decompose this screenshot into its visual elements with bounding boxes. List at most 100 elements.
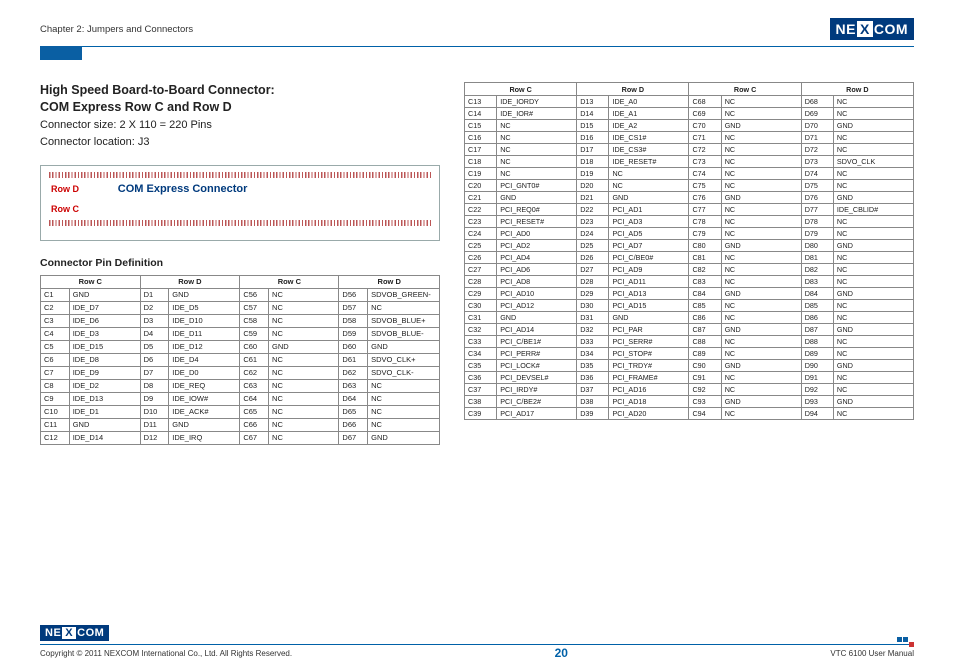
table-row: C28PCI_AD8D28PCI_AD11C83NCD83NC — [465, 276, 914, 288]
manual-name: VTC 6100 User Manual — [830, 649, 914, 658]
pin-cell: D72 — [801, 144, 833, 156]
pin-cell: C94 — [689, 408, 721, 420]
pin-cell: D65 — [339, 405, 368, 418]
signal-cell: NC — [721, 252, 801, 264]
signal-cell: NC — [368, 392, 440, 405]
footer-line: Copyright © 2011 NEXCOM International Co… — [40, 644, 914, 660]
pin-cell: D39 — [577, 408, 609, 420]
signal-cell: IDE_IOW# — [169, 392, 240, 405]
pin-cell: C21 — [465, 192, 497, 204]
signal-cell: NC — [833, 228, 913, 240]
pin-cell: D83 — [801, 276, 833, 288]
pin-cell: D76 — [801, 192, 833, 204]
table-row: C3IDE_D6D3IDE_D10C58NCD58SDVOB_BLUE+ — [41, 314, 440, 327]
pin-cell: C23 — [465, 216, 497, 228]
pin-cell: D20 — [577, 180, 609, 192]
signal-cell: IDE_D2 — [69, 379, 140, 392]
pin-cell: D1 — [140, 288, 169, 301]
pin-cell: C9 — [41, 392, 70, 405]
page-number: 20 — [555, 646, 568, 660]
footer-corner-icon — [897, 637, 914, 642]
pin-cell: C91 — [689, 372, 721, 384]
table-row: C5IDE_D15D5IDE_D12C60GNDD60GND — [41, 340, 440, 353]
pin-cell: C64 — [240, 392, 269, 405]
pin-cell: C84 — [689, 288, 721, 300]
signal-cell: IDE_D0 — [169, 366, 240, 379]
signal-cell: GND — [368, 340, 440, 353]
signal-cell: PCI_STOP# — [609, 348, 689, 360]
pin-cell: D8 — [140, 379, 169, 392]
pin-cell: D62 — [339, 366, 368, 379]
table-row: C25PCI_AD2D25PCI_AD7C80GNDD80GND — [465, 240, 914, 252]
pin-cell: D81 — [801, 252, 833, 264]
table-row: C23PCI_RESET#D23PCI_AD3C78NCD78NC — [465, 216, 914, 228]
pin-cell: D82 — [801, 264, 833, 276]
signal-cell: NC — [833, 144, 913, 156]
pin-cell: C59 — [240, 327, 269, 340]
pin-cell: D29 — [577, 288, 609, 300]
signal-cell: GND — [169, 288, 240, 301]
signal-cell: SDVO_CLK — [833, 156, 913, 168]
signal-cell: GND — [69, 418, 140, 431]
table-row: C12IDE_D14D12IDE_IRQC67NCD67GND — [41, 431, 440, 444]
signal-cell: SDVOB_BLUE+ — [368, 314, 440, 327]
table-row: C11GNDD11GNDC66NCD66NC — [41, 418, 440, 431]
table-row: C39PCI_AD17D39PCI_AD20C94NCD94NC — [465, 408, 914, 420]
signal-cell: GND — [833, 360, 913, 372]
blue-section-tab — [40, 46, 82, 60]
pin-cell: C83 — [689, 276, 721, 288]
signal-cell: PCI_AD1 — [609, 204, 689, 216]
signal-cell: GND — [721, 324, 801, 336]
signal-cell: IDE_D1 — [69, 405, 140, 418]
pin-cell: D30 — [577, 300, 609, 312]
signal-cell: IDE_D15 — [69, 340, 140, 353]
pin-cell: C68 — [689, 96, 721, 108]
signal-cell: PCI_PERR# — [497, 348, 577, 360]
pin-cell: C33 — [465, 336, 497, 348]
signal-cell: PCI_AD16 — [609, 384, 689, 396]
signal-cell: GND — [609, 312, 689, 324]
th-rowd: Row D — [801, 83, 913, 96]
signal-cell: NC — [269, 301, 339, 314]
signal-cell: NC — [497, 144, 577, 156]
signal-cell: NC — [721, 132, 801, 144]
signal-cell: GND — [833, 240, 913, 252]
pin-cell: C22 — [465, 204, 497, 216]
connector-diagram: Row D COM Express Connector Row C — [40, 165, 440, 241]
signal-cell: IDE_D3 — [69, 327, 140, 340]
signal-cell: PCI_FRAME# — [609, 372, 689, 384]
pin-cell: D73 — [801, 156, 833, 168]
signal-cell: PCI_AD8 — [497, 276, 577, 288]
signal-cell: IDE_REQ — [169, 379, 240, 392]
pin-cell: D17 — [577, 144, 609, 156]
pin-cell: D19 — [577, 168, 609, 180]
signal-cell: GND — [833, 396, 913, 408]
table-row: C33PCI_C/BE1#D33PCI_SERR#C88NCD88NC — [465, 336, 914, 348]
pin-cell: C77 — [689, 204, 721, 216]
pin-cell: D69 — [801, 108, 833, 120]
signal-cell: NC — [721, 372, 801, 384]
signal-cell: NC — [497, 168, 577, 180]
pin-cell: C75 — [689, 180, 721, 192]
pin-cell: D11 — [140, 418, 169, 431]
signal-cell: NC — [833, 252, 913, 264]
pin-cell: C26 — [465, 252, 497, 264]
table-row: C7IDE_D9D7IDE_D0C62NCD62SDVO_CLK- — [41, 366, 440, 379]
brand-text-2: COM — [874, 21, 908, 37]
pin-cell: C56 — [240, 288, 269, 301]
section-title-line1: High Speed Board-to-Board Connector: — [40, 83, 275, 97]
signal-cell: IDE_D5 — [169, 301, 240, 314]
pin-cell: D74 — [801, 168, 833, 180]
signal-cell: GND — [833, 324, 913, 336]
pin-cell: C5 — [41, 340, 70, 353]
table-row: C24PCI_AD0D24PCI_AD5C79NCD79NC — [465, 228, 914, 240]
pin-cell: D34 — [577, 348, 609, 360]
pin-cell: D63 — [339, 379, 368, 392]
signal-cell: PCI_TRDY# — [609, 360, 689, 372]
pin-cell: D7 — [140, 366, 169, 379]
table-row: C16NCD16IDE_CS1#C71NCD71NC — [465, 132, 914, 144]
pin-cell: D5 — [140, 340, 169, 353]
table-row: C32PCI_AD14D32PCI_PARC87GNDD87GND — [465, 324, 914, 336]
signal-cell: PCI_AD4 — [497, 252, 577, 264]
top-bar: Chapter 2: Jumpers and Connectors NEXCOM — [40, 18, 914, 40]
